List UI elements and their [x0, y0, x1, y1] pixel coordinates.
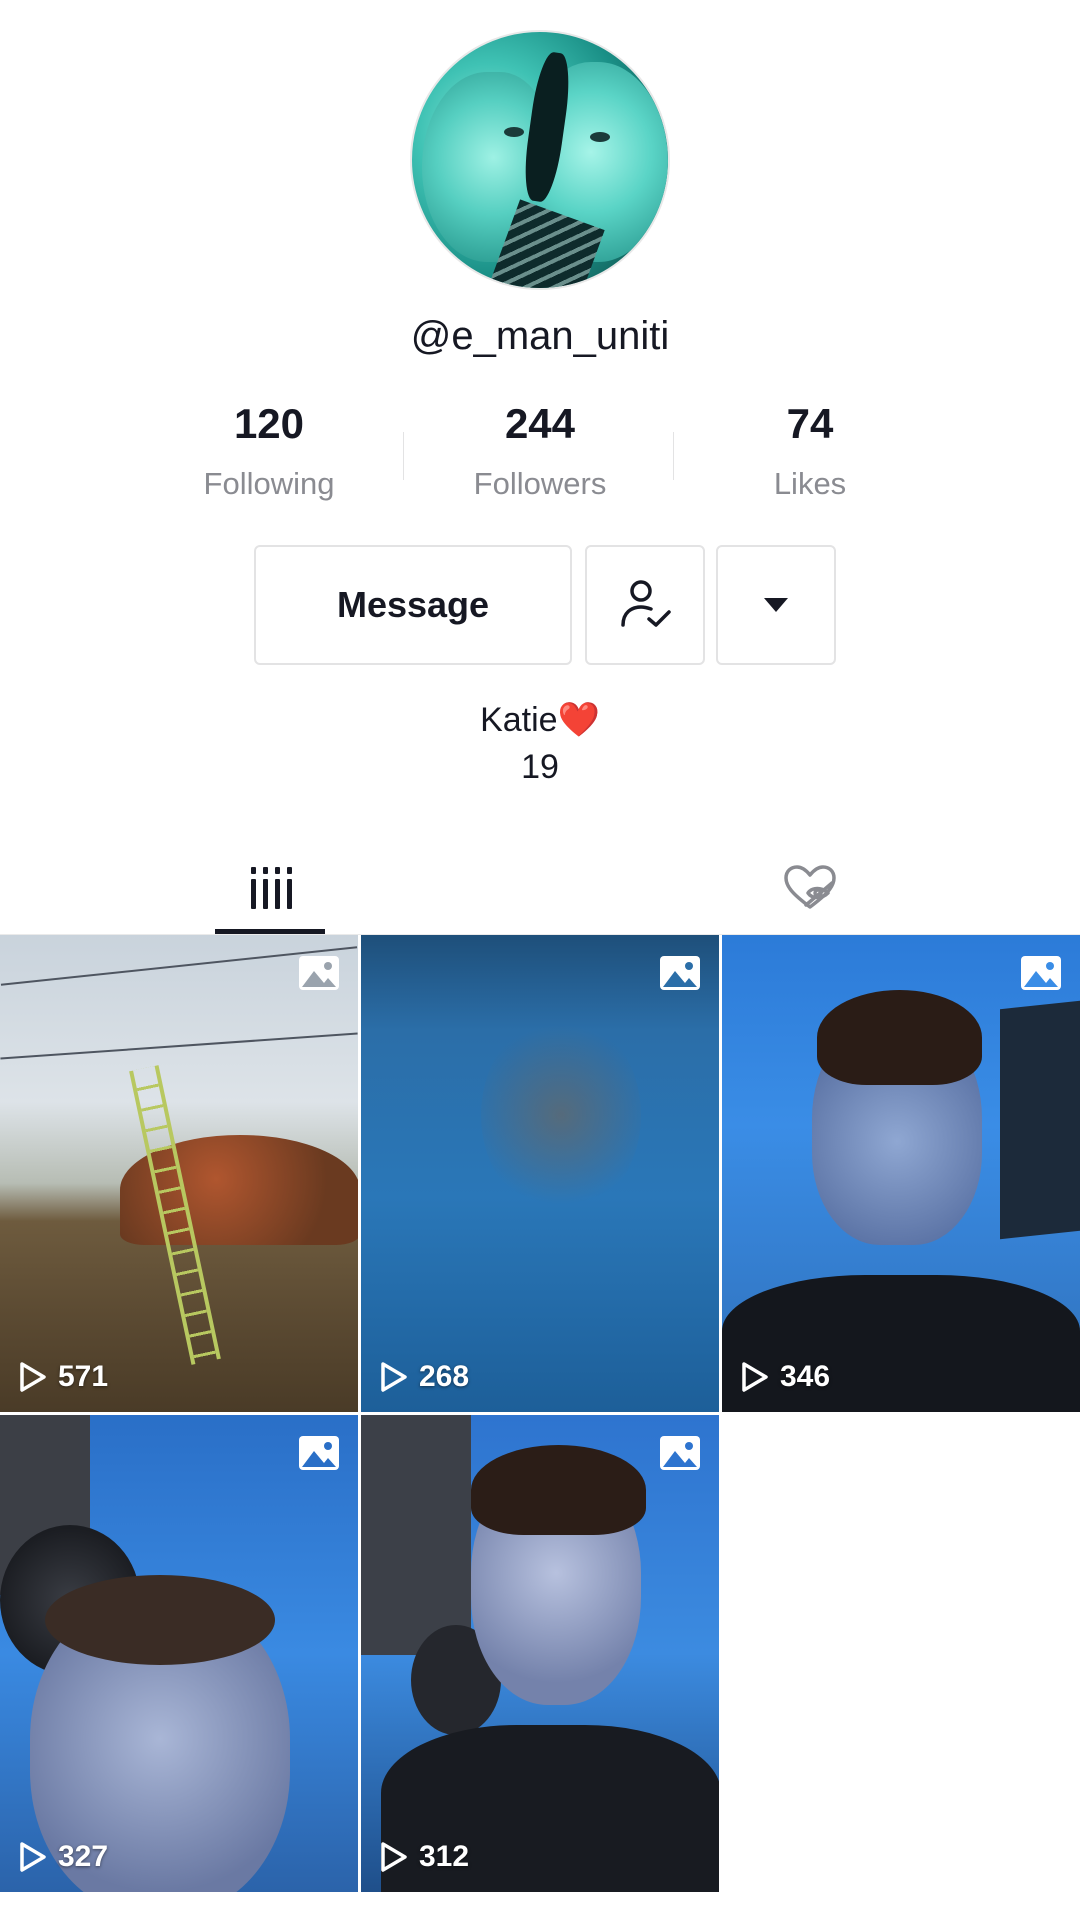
user-check-icon — [621, 580, 671, 627]
profile-page: @e_man_uniti 120 Following 244 Followers… — [0, 0, 1080, 1920]
following-status-button[interactable] — [585, 545, 705, 665]
video-tile[interactable]: 346 — [722, 935, 1080, 1412]
heart-hidden-icon — [784, 864, 836, 909]
followers-label: Followers — [473, 466, 607, 501]
view-count-text: 346 — [780, 1360, 831, 1393]
view-count-text: 268 — [419, 1360, 470, 1393]
play-icon — [381, 1362, 407, 1392]
view-count: 312 — [379, 1840, 469, 1874]
photo-icon — [299, 956, 339, 990]
view-count-text: 571 — [58, 1360, 109, 1393]
likes-label: Likes — [773, 466, 847, 501]
stat-followers[interactable]: 244 Followers — [420, 400, 660, 502]
grid-bars-icon — [251, 866, 292, 909]
photo-icon — [660, 956, 700, 990]
play-icon — [20, 1362, 46, 1392]
play-icon — [742, 1362, 768, 1392]
view-count: 268 — [379, 1360, 469, 1394]
tab-videos[interactable] — [215, 840, 325, 935]
play-icon — [20, 1842, 46, 1872]
stat-following[interactable]: 120 Following — [149, 400, 389, 502]
video-tile[interactable]: 312 — [361, 1415, 719, 1892]
view-count: 346 — [740, 1360, 830, 1394]
likes-count: 74 — [786, 400, 834, 447]
photo-icon — [299, 1436, 339, 1470]
stat-divider — [403, 432, 404, 480]
following-label: Following — [203, 466, 335, 501]
caret-down-icon — [764, 598, 788, 612]
username: @e_man_uniti — [410, 314, 670, 358]
view-count-text: 327 — [58, 1840, 109, 1873]
photo-icon — [1021, 956, 1061, 990]
video-tile[interactable]: 327 — [0, 1415, 358, 1892]
message-button[interactable]: Message — [254, 545, 572, 665]
video-tile[interactable]: 268 — [361, 935, 719, 1412]
following-count: 120 — [233, 400, 305, 447]
profile-avatar[interactable] — [410, 30, 670, 290]
more-options-button[interactable] — [716, 545, 836, 665]
play-icon — [381, 1842, 407, 1872]
view-count-text: 312 — [419, 1840, 470, 1873]
video-tile[interactable]: 571 — [0, 935, 358, 1412]
tab-liked[interactable] — [755, 840, 865, 935]
stat-divider — [673, 432, 674, 480]
view-count: 571 — [18, 1360, 108, 1394]
bio-age: 19 — [521, 748, 559, 786]
bio-name: Katie❤️ — [480, 701, 600, 739]
photo-icon — [660, 1436, 700, 1470]
view-count: 327 — [18, 1840, 108, 1874]
content-tabs — [0, 840, 1080, 935]
followers-count: 244 — [504, 400, 576, 447]
stat-likes[interactable]: 74 Likes — [690, 400, 930, 502]
stats-row: 120 Following 244 Followers 74 Likes — [0, 400, 1080, 510]
